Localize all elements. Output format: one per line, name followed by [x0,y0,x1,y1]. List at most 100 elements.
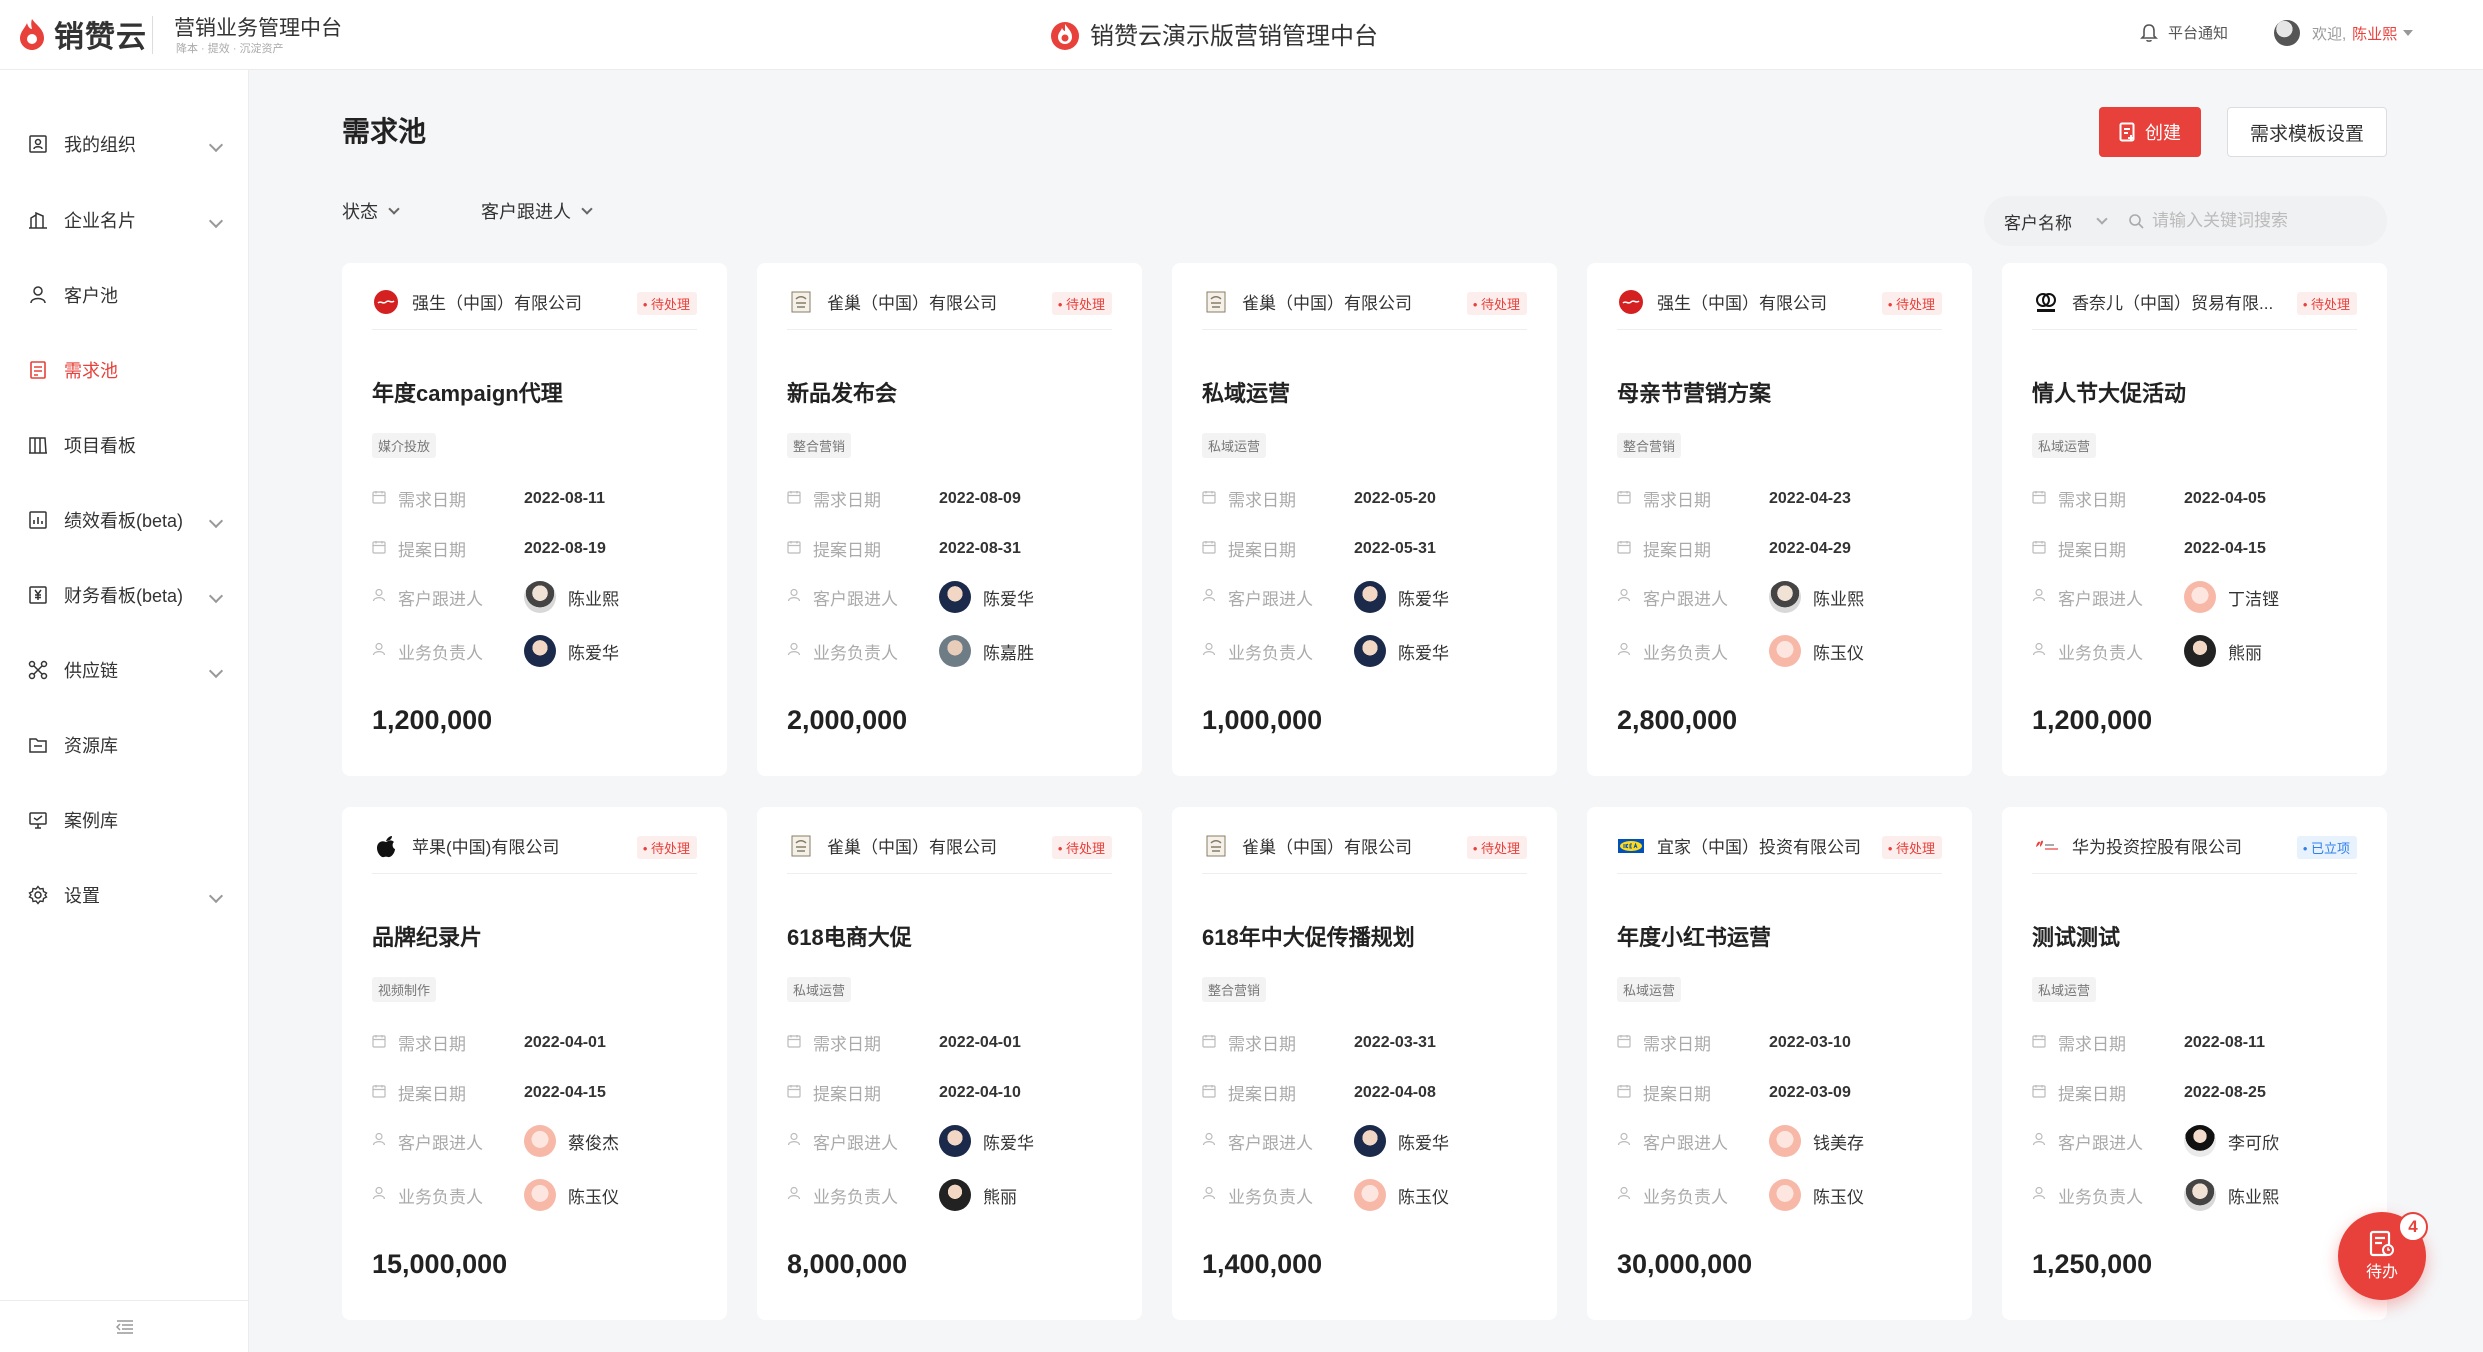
field-label: 提案日期 [398,1085,466,1104]
app-title: 营销业务管理中台 [174,17,342,40]
field-label: 业务负责人 [1643,1187,1728,1207]
chevron-down-icon [208,663,224,679]
sidebar-item-4[interactable]: 项目看板 [0,415,249,475]
field-label: 提案日期 [2058,1085,2126,1104]
user-icon [1202,1131,1228,1151]
sidebar-item-2[interactable]: 客户池 [0,265,249,325]
demand-card[interactable]: 苹果(中国)有限公司 待处理 品牌纪录片 视频制作 需求日期 2022-04-0… [342,807,727,1320]
follower-row: 客户跟进人 陈业熙 [372,581,619,613]
field-label: 提案日期 [2058,541,2126,560]
search-icon [2129,214,2144,229]
proposal-date: 2022-03-09 [1769,1083,1851,1101]
follower-filter[interactable]: 客户跟进人 [481,198,593,224]
user-icon [2032,641,2058,661]
sidebar-item-5[interactable]: 绩效看板(beta) [0,490,249,550]
calendar-icon [2032,1083,2058,1103]
amount: 2,000,000 [787,705,908,735]
calendar-icon [1202,1083,1228,1103]
proposal-date: 2022-04-15 [524,1083,606,1101]
proposal-date: 2022-04-29 [1769,539,1851,557]
status-filter[interactable]: 状态 [342,198,400,224]
follower-name: 钱美存 [1813,1133,1864,1153]
owner-name: 陈玉仪 [1398,1187,1449,1207]
owner-name: 陈玉仪 [1813,643,1864,663]
calendar-icon [1617,1033,1643,1053]
sidebar-item-8[interactable]: 资源库 [0,715,249,775]
demand-date-row: 需求日期 2022-04-05 [2032,486,2266,511]
sidebar-item-10[interactable]: 设置 [0,865,249,925]
company-name: 苹果(中国)有限公司 [412,838,560,857]
logo[interactable]: 销赞云 [18,14,147,54]
category-tag: 视频制作 [372,977,437,1002]
amount: 1,400,000 [1202,1249,1323,1279]
calendar-icon [2032,489,2058,509]
proposal-date: 2022-04-08 [1354,1083,1436,1101]
chevron-down-icon [208,588,224,604]
field-label: 客户跟进人 [1643,589,1728,609]
demand-card[interactable]: 香奈儿（中国）贸易有限... 待处理 情人节大促活动 私域运营 需求日期 202… [2002,263,2387,776]
scrollbar[interactable] [2472,70,2483,1352]
field-label: 客户跟进人 [1643,1133,1728,1153]
supply-chain-icon [26,658,50,682]
proposal-date: 2022-05-31 [1354,539,1436,557]
company-name: 强生（中国）有限公司 [1657,294,1827,313]
sidebar-item-label: 设置 [64,886,100,906]
company-name: 华为投资控股有限公司 [2072,838,2242,857]
search-field-select[interactable]: 客户名称 [2004,209,2072,234]
sidebar-item-6[interactable]: 财务看板(beta) [0,565,249,625]
demand-card[interactable]: 雀巢（中国）有限公司 待处理 私域运营 私域运营 需求日期 2022-05-20… [1172,263,1557,776]
status-filter-label: 状态 [342,202,378,222]
template-settings-button[interactable]: 需求模板设置 [2227,107,2387,157]
card-title: 母亲节营销方案 [1617,381,1772,406]
amount: 30,000,000 [1617,1249,1753,1279]
follower-filter-label: 客户跟进人 [481,202,571,222]
status-badge: 待处理 [636,292,697,315]
field-label: 提案日期 [1228,541,1296,560]
demand-date-row: 需求日期 2022-08-11 [372,486,605,511]
user-icon [372,587,398,607]
category-tag: 私域运营 [2032,977,2097,1002]
flame-logo-icon [1051,21,1079,50]
caret-down-icon [2403,30,2414,36]
calendar-icon [1617,489,1643,509]
follower-row: 客户跟进人 陈爱华 [787,1125,1034,1157]
follower-row: 客户跟进人 李可欣 [2032,1125,2279,1157]
owner-name: 陈爱华 [1398,643,1449,663]
field-label: 业务负责人 [1643,643,1728,663]
sidebar-item-1[interactable]: 企业名片 [0,190,249,250]
demand-date: 2022-05-20 [1354,489,1436,507]
platform-notice[interactable]: 平台通知 [2140,22,2228,43]
sidebar-item-0[interactable]: 我的组织 [0,114,249,174]
field-label: 客户跟进人 [813,589,898,609]
demand-card[interactable]: 宜家（中国）投资有限公司 待处理 年度小红书运营 私域运营 需求日期 2022-… [1587,807,1972,1320]
follower-name: 丁洁铿 [2228,589,2279,609]
sidebar-item-3[interactable]: 需求池 [0,340,249,400]
card-header: 苹果(中国)有限公司 待处理 [372,832,697,874]
settings-icon [26,883,50,907]
demand-card[interactable]: 华为投资控股有限公司 已立项 测试测试 私域运营 需求日期 2022-08-11… [2002,807,2387,1320]
field-label: 提案日期 [813,541,881,560]
owner-name: 熊丽 [2228,643,2262,663]
chevron-down-icon[interactable] [2096,212,2108,225]
demand-card[interactable]: 强生（中国）有限公司 待处理 年度campaign代理 媒介投放 需求日期 20… [342,263,727,776]
card-header: 宜家（中国）投资有限公司 待处理 [1617,832,1942,874]
user-menu[interactable]: 欢迎, 陈业熙 [2274,20,2414,46]
flame-logo-icon [20,19,44,50]
search-input[interactable] [2152,211,2352,231]
demand-card[interactable]: 强生（中国）有限公司 待处理 母亲节营销方案 整合营销 需求日期 2022-04… [1587,263,1972,776]
collapse-sidebar-button[interactable] [0,1300,249,1352]
demand-card[interactable]: 雀巢（中国）有限公司 待处理 新品发布会 整合营销 需求日期 2022-08-0… [757,263,1142,776]
follower-row: 客户跟进人 蔡俊杰 [372,1125,619,1157]
johnson-logo [1617,288,1645,316]
avatar [2184,1125,2216,1157]
sidebar-item-7[interactable]: 供应链 [0,640,249,700]
proposal-date: 2022-08-19 [524,539,606,557]
demand-card[interactable]: 雀巢（中国）有限公司 待处理 618电商大促 私域运营 需求日期 2022-04… [757,807,1142,1320]
sidebar-item-label: 我的组织 [64,135,136,155]
sidebar-item-9[interactable]: 案例库 [0,790,249,850]
proposal-date-row: 提案日期 2022-04-29 [1617,536,1851,561]
status-badge: 待处理 [2296,292,2357,315]
demand-card[interactable]: 雀巢（中国）有限公司 待处理 618年中大促传播规划 整合营销 需求日期 202… [1172,807,1557,1320]
create-button[interactable]: 创建 [2099,107,2201,157]
demand-date-row: 需求日期 2022-03-31 [1202,1030,1436,1055]
